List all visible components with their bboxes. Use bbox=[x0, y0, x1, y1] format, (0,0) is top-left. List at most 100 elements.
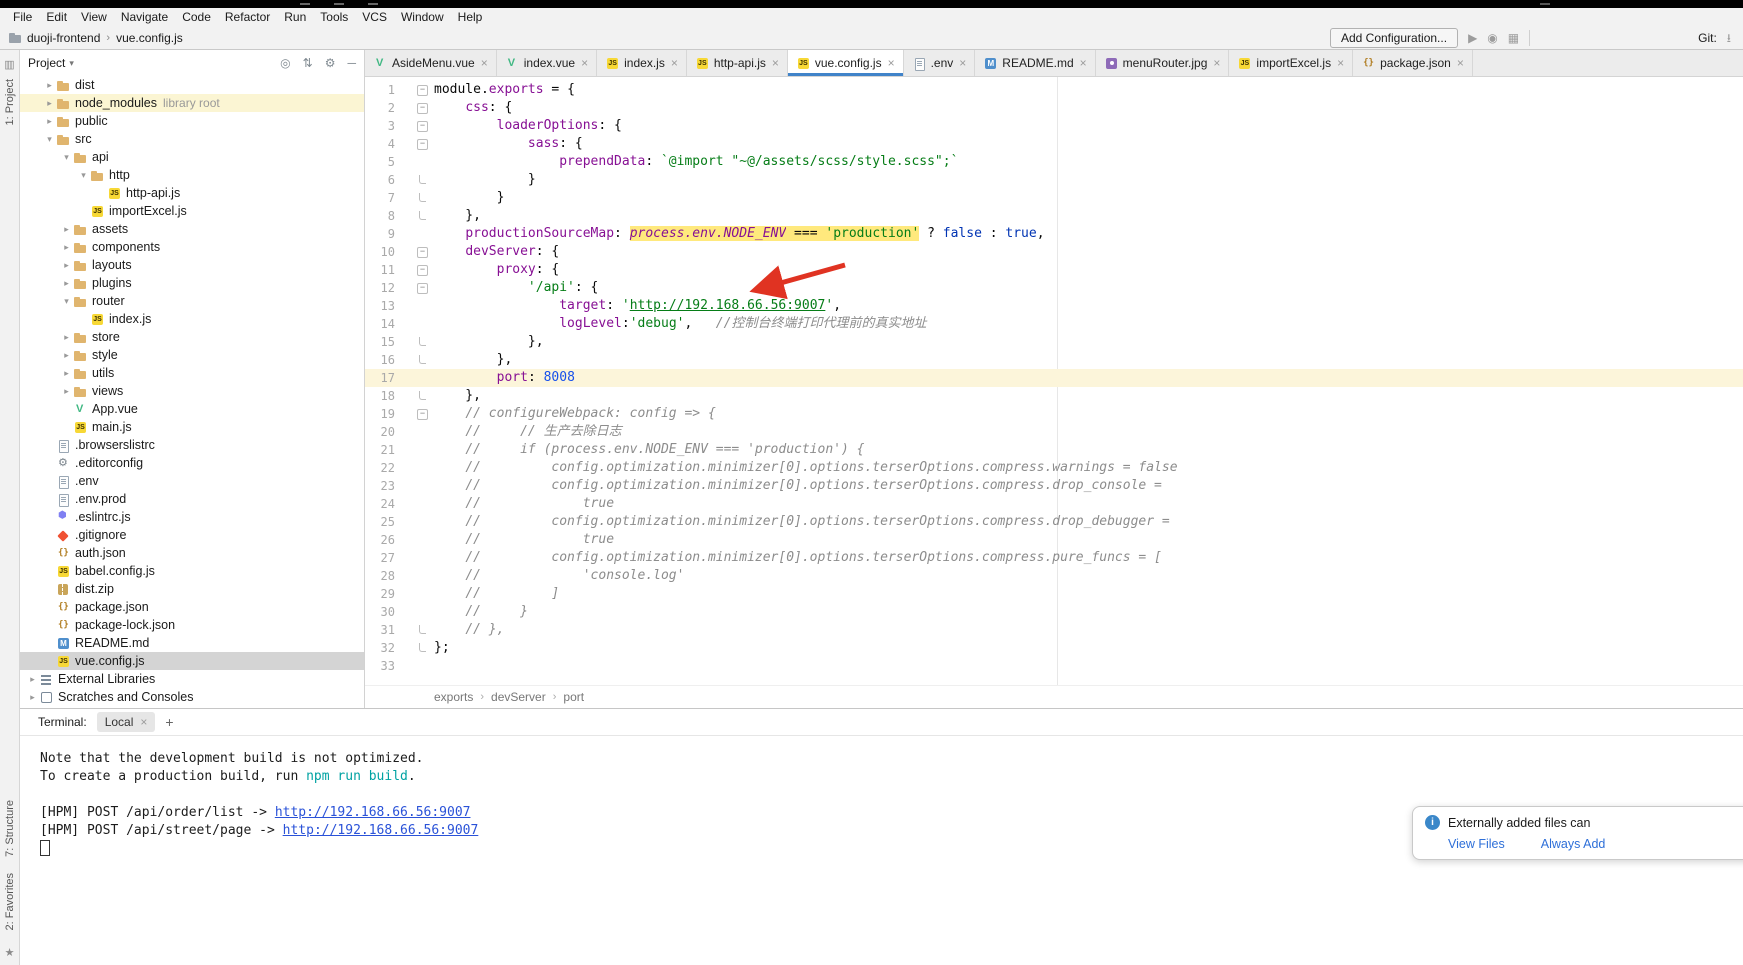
code-line[interactable]: 12− '/api': { bbox=[365, 279, 1743, 297]
code-line[interactable]: 27 // config.optimization.minimizer[0].o… bbox=[365, 549, 1743, 567]
menu-item-view[interactable]: View bbox=[74, 10, 114, 24]
locate-file-icon[interactable]: ◎ bbox=[280, 56, 290, 70]
code-line[interactable]: 21 // if (process.env.NODE_ENV === 'prod… bbox=[365, 441, 1743, 459]
code-line[interactable]: 23 // config.optimization.minimizer[0].o… bbox=[365, 477, 1743, 495]
fold-minus-icon[interactable]: − bbox=[417, 247, 428, 258]
code-line[interactable]: 31 // }, bbox=[365, 621, 1743, 639]
hide-panel-icon[interactable]: ─ bbox=[347, 56, 356, 70]
chevron-right-icon[interactable]: ▸ bbox=[60, 224, 73, 235]
tree-item-env-prod[interactable]: .env.prod bbox=[20, 490, 364, 508]
toolwindow-structure-button[interactable]: 7: Structure bbox=[4, 800, 16, 857]
code-line[interactable]: 30 // } bbox=[365, 603, 1743, 621]
settings-gear-icon[interactable]: ⚙ bbox=[325, 56, 336, 70]
close-icon[interactable]: × bbox=[1457, 56, 1464, 70]
close-icon[interactable]: × bbox=[959, 56, 966, 70]
terminal-link[interactable]: http://192.168.66.56:9007 bbox=[283, 823, 479, 838]
code-line[interactable]: 5 prependData: `@import "~@/assets/scss/… bbox=[365, 153, 1743, 171]
tree-item-style[interactable]: ▸style bbox=[20, 346, 364, 364]
code-line[interactable]: 8 }, bbox=[365, 207, 1743, 225]
profiler-icon[interactable]: ◉ bbox=[1487, 32, 1497, 44]
tree-item-babel-config-js[interactable]: babel.config.js bbox=[20, 562, 364, 580]
tree-item-env[interactable]: .env bbox=[20, 472, 364, 490]
chevron-right-icon[interactable]: ▸ bbox=[43, 80, 56, 91]
chevron-right-icon[interactable]: ▸ bbox=[43, 98, 56, 109]
tree-item-components[interactable]: ▸components bbox=[20, 238, 364, 256]
fold-minus-icon[interactable]: − bbox=[417, 409, 428, 420]
add-configuration-button[interactable]: Add Configuration... bbox=[1330, 28, 1458, 48]
close-icon[interactable]: × bbox=[671, 56, 678, 70]
close-icon[interactable]: × bbox=[888, 56, 895, 70]
terminal-tab-local[interactable]: Local × bbox=[97, 712, 156, 732]
chevron-down-icon[interactable]: ▾ bbox=[69, 58, 74, 69]
tree-item-editorconfig[interactable]: .editorconfig bbox=[20, 454, 364, 472]
code-line[interactable]: 18 }, bbox=[365, 387, 1743, 405]
code-line[interactable]: 4− sass: { bbox=[365, 135, 1743, 153]
code-line[interactable]: 10− devServer: { bbox=[365, 243, 1743, 261]
code-line[interactable]: 7 } bbox=[365, 189, 1743, 207]
close-icon[interactable]: × bbox=[481, 56, 488, 70]
editor-tab-env[interactable]: .env× bbox=[904, 50, 976, 76]
fold-end-icon[interactable] bbox=[419, 391, 426, 400]
editor-tab-menurouter-jpg[interactable]: menuRouter.jpg× bbox=[1096, 50, 1230, 76]
coverage-icon[interactable]: ▦ bbox=[1508, 32, 1519, 44]
tree-item-dist[interactable]: ▸dist bbox=[20, 76, 364, 94]
code-line[interactable]: 24 // true bbox=[365, 495, 1743, 513]
tree-item-index-js[interactable]: index.js bbox=[20, 310, 364, 328]
editor-tab-readme-md[interactable]: README.md× bbox=[975, 50, 1095, 76]
code-line[interactable]: 29 // ] bbox=[365, 585, 1743, 603]
tree-item-package-json[interactable]: package.json bbox=[20, 598, 364, 616]
terminal-panel-label[interactable]: Terminal: bbox=[38, 715, 87, 729]
editor-tab-index-js[interactable]: index.js× bbox=[597, 50, 687, 76]
fold-end-icon[interactable] bbox=[419, 175, 426, 184]
chevron-right-icon[interactable]: ▸ bbox=[60, 332, 73, 343]
code-line[interactable]: 25 // config.optimization.minimizer[0].o… bbox=[365, 513, 1743, 531]
fold-minus-icon[interactable]: − bbox=[417, 139, 428, 150]
menu-item-edit[interactable]: Edit bbox=[39, 10, 74, 24]
project-view-title[interactable]: Project bbox=[28, 56, 65, 70]
tree-item-main-js[interactable]: main.js bbox=[20, 418, 364, 436]
menu-item-window[interactable]: Window bbox=[394, 10, 451, 24]
tree-item-eslintrc-js[interactable]: .eslintrc.js bbox=[20, 508, 364, 526]
tree-item-package-lock-json[interactable]: package-lock.json bbox=[20, 616, 364, 634]
tree-item-src[interactable]: ▾src bbox=[20, 130, 364, 148]
code-line[interactable]: 32}; bbox=[365, 639, 1743, 657]
tree-item-layouts[interactable]: ▸layouts bbox=[20, 256, 364, 274]
tree-item-node-modules[interactable]: ▸node_moduleslibrary root bbox=[20, 94, 364, 112]
chevron-right-icon[interactable]: ▸ bbox=[60, 260, 73, 271]
editor-tab-index-vue[interactable]: index.vue× bbox=[497, 50, 597, 76]
tree-item-assets[interactable]: ▸assets bbox=[20, 220, 364, 238]
tree-item-http[interactable]: ▾http bbox=[20, 166, 364, 184]
code-editor[interactable]: 1−module.exports = {2− css: {3− loaderOp… bbox=[365, 77, 1743, 685]
editor-tab-importexcel-js[interactable]: importExcel.js× bbox=[1229, 50, 1353, 76]
terminal-link[interactable]: http://192.168.66.56:9007 bbox=[275, 805, 471, 820]
code-line[interactable]: 20 // // 生产去除日志 bbox=[365, 423, 1743, 441]
code-line[interactable]: 22 // config.optimization.minimizer[0].o… bbox=[365, 459, 1743, 477]
notification-action-always-add[interactable]: Always Add bbox=[1541, 837, 1606, 851]
menu-item-vcs[interactable]: VCS bbox=[355, 10, 394, 24]
chevron-right-icon[interactable]: ▸ bbox=[26, 674, 39, 685]
project-toolwindow-icon[interactable]: ▥ bbox=[4, 58, 14, 71]
toolwindow-project-button[interactable]: 1: Project bbox=[4, 79, 16, 125]
editor-tab-asidemenu-vue[interactable]: AsideMenu.vue× bbox=[365, 50, 497, 76]
tree-item-http-api-js[interactable]: http-api.js bbox=[20, 184, 364, 202]
breadcrumb-devserver[interactable]: devServer bbox=[491, 690, 546, 704]
fold-end-icon[interactable] bbox=[419, 211, 426, 220]
close-icon[interactable]: × bbox=[1213, 56, 1220, 70]
chevron-right-icon[interactable]: ▸ bbox=[26, 692, 39, 703]
code-line[interactable]: 17 port: 8008 bbox=[365, 369, 1743, 387]
fold-end-icon[interactable] bbox=[419, 193, 426, 202]
toolwindow-favorites-button[interactable]: 2: Favorites bbox=[4, 873, 16, 930]
git-update-icon[interactable]: ⭳ bbox=[1727, 32, 1731, 44]
breadcrumb-exports[interactable]: exports bbox=[434, 690, 473, 704]
tree-item-api[interactable]: ▾api bbox=[20, 148, 364, 166]
menu-item-file[interactable]: File bbox=[6, 10, 39, 24]
code-line[interactable]: 14 logLevel:'debug', //控制台终端打印代理前的真实地址 bbox=[365, 315, 1743, 333]
chevron-right-icon[interactable]: ▸ bbox=[60, 368, 73, 379]
chevron-right-icon[interactable]: ▸ bbox=[43, 116, 56, 127]
chevron-down-icon[interactable]: ▾ bbox=[60, 152, 73, 163]
fold-minus-icon[interactable]: − bbox=[417, 121, 428, 132]
close-icon[interactable]: × bbox=[581, 56, 588, 70]
code-line[interactable]: 1−module.exports = { bbox=[365, 81, 1743, 99]
menu-item-run[interactable]: Run bbox=[277, 10, 313, 24]
fold-minus-icon[interactable]: − bbox=[417, 283, 428, 294]
